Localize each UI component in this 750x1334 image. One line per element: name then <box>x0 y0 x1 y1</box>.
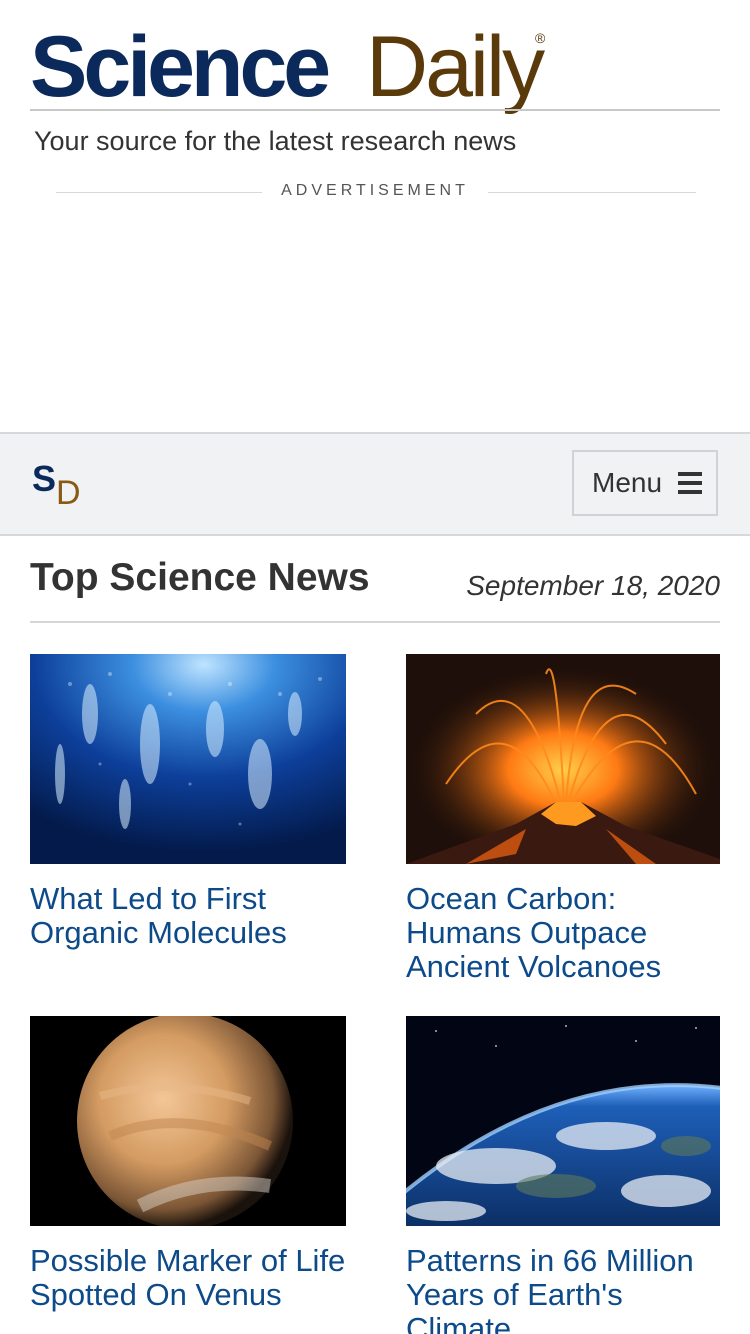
menu-button[interactable]: Menu <box>572 450 718 516</box>
underwater-bubbles-image[interactable] <box>30 654 346 864</box>
advertisement-label: ADVERTISEMENT <box>281 182 469 199</box>
logo-science-text: Science <box>30 19 331 115</box>
menu-button-label: Menu <box>592 467 663 498</box>
hamburger-icon <box>678 472 702 494</box>
story-headline-link[interactable]: Patterns in 66 Million Years of Earth's … <box>406 1244 720 1334</box>
earth-from-space-image[interactable] <box>406 1016 720 1226</box>
sd-logo-d: D <box>56 474 81 512</box>
venus-planet-image[interactable] <box>30 1016 346 1226</box>
story-card: Ocean Carbon: Humans Outpace Ancient Vol… <box>406 654 720 984</box>
section-date: September 18, 2020 <box>466 570 720 601</box>
masthead-divider <box>30 109 720 111</box>
registered-mark: ® <box>535 30 546 46</box>
navigation-bar: S D Menu <box>0 432 750 536</box>
page: Science Daily ® Your source for the late… <box>0 0 750 1334</box>
erupting-volcano-image[interactable] <box>406 654 720 864</box>
story-card: What Led to First Organic Molecules <box>30 654 346 950</box>
sd-logo-s: S <box>32 458 57 499</box>
story-headline-link[interactable]: Possible Marker of Life Spotted On Venus <box>30 1244 346 1312</box>
story-headline-link[interactable]: What Led to First Organic Molecules <box>30 882 346 950</box>
section-title: Top Science News <box>30 556 370 599</box>
site-logo[interactable]: Science Daily ® <box>30 24 720 114</box>
site-tagline: Your source for the latest research news <box>34 126 517 156</box>
ad-divider-right <box>488 192 696 193</box>
sd-home-logo[interactable]: S D <box>32 458 92 518</box>
section-divider <box>30 621 720 623</box>
story-card: Possible Marker of Life Spotted On Venus <box>30 1016 346 1312</box>
logo-daily-text: Daily <box>366 19 545 115</box>
story-card: Patterns in 66 Million Years of Earth's … <box>406 1016 720 1334</box>
story-headline-link[interactable]: Ocean Carbon: Humans Outpace Ancient Vol… <box>406 882 720 984</box>
